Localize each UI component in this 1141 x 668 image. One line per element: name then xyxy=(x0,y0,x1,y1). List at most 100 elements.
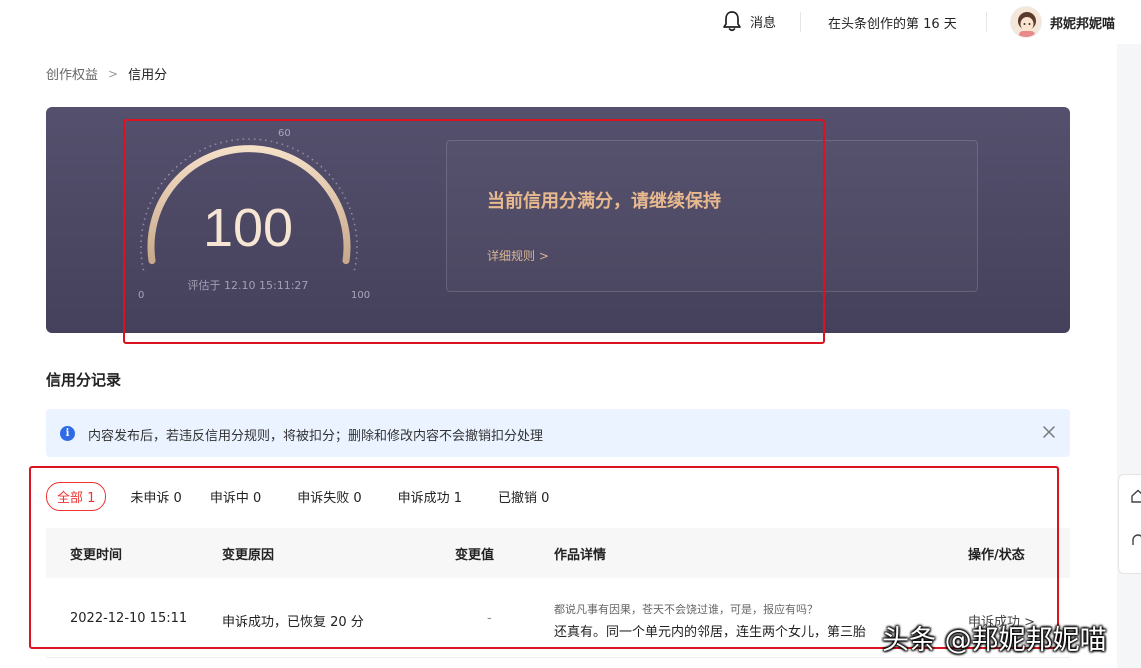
gauge-tick-dot xyxy=(297,149,299,152)
username: 邦妮邦妮喵 xyxy=(1050,16,1116,32)
gauge-tick-dot xyxy=(286,145,289,148)
gauge-tick-dot xyxy=(348,207,351,210)
chevron-right-icon: > xyxy=(108,66,119,81)
user-menu[interactable]: 邦妮邦妮喵 xyxy=(1010,6,1115,38)
floating-tool-panel[interactable] xyxy=(1118,474,1141,574)
column-time: 变更时间 xyxy=(70,548,123,563)
avatar-image xyxy=(1011,7,1041,37)
gauge-tick-dot xyxy=(355,257,358,260)
gauge-tick-dot xyxy=(346,202,349,204)
column-reason: 变更原因 xyxy=(222,548,275,563)
gauge-tick-dot xyxy=(248,138,250,140)
home-icon[interactable] xyxy=(1131,489,1141,503)
score-status-panel: 当前信用分满分，请继续保持 详细规则 > xyxy=(446,140,978,292)
divider xyxy=(800,12,801,32)
gauge-tick-dot xyxy=(204,147,206,150)
tab-not-appealed[interactable]: 未申诉 0 xyxy=(130,487,181,506)
gauge-tick-dot xyxy=(140,257,143,260)
gauge-tick-dot xyxy=(265,139,267,142)
evaluation-time: 评估于 12.10 15:11:27 xyxy=(187,279,309,292)
gauge-tick-dot xyxy=(306,155,309,158)
credit-score-banner: 0 60 100 100 评估于 12.10 15:11:27 当前信用分满分，… xyxy=(46,107,1070,333)
gauge-tick-dot xyxy=(281,143,284,146)
tab-all[interactable]: 全部 1 xyxy=(46,482,107,511)
gauge-tick-dot xyxy=(320,165,323,168)
gauge-tick-dot xyxy=(143,218,146,220)
gauge-tick-dot xyxy=(292,147,294,150)
gauge-tick-dot xyxy=(335,182,338,185)
gauge-tick-dot xyxy=(355,234,358,237)
row-time: 2022-12-10 15:11 xyxy=(70,611,188,626)
gauge-tick-dot xyxy=(356,240,358,243)
gauge-tick-dot xyxy=(180,162,182,164)
page-scroll-gutter xyxy=(1117,44,1141,668)
gauge-tick-dot xyxy=(141,263,144,265)
gauge-tick-dot xyxy=(145,212,148,215)
filter-tabs: 全部 1 未申诉 0 申诉中 0 申诉失败 0 申诉成功 1 已撤销 0 xyxy=(46,482,577,511)
creation-days: 在头条创作的第 16 天 xyxy=(828,17,957,32)
gauge-tick-dot xyxy=(352,218,355,220)
tab-appeal-failed[interactable]: 申诉失败 0 xyxy=(297,487,361,506)
gauge-tick-dot xyxy=(324,169,327,172)
row-detail-body[interactable]: 还真有。同一个单元内的邻居，连生两个女儿，第三胎 xyxy=(554,621,888,640)
gauge-mid-label: 60 xyxy=(278,128,291,139)
gauge-tick-dot xyxy=(341,192,344,194)
gauge-tick-dot xyxy=(171,169,174,172)
info-icon: i xyxy=(60,426,75,441)
gauge-tick-dot xyxy=(316,162,318,164)
gauge-tick-dot xyxy=(140,246,142,248)
gauge-min-label: 0 xyxy=(138,290,145,301)
gauge-tick-dot xyxy=(149,202,152,204)
gauge-tick-dot xyxy=(167,173,170,176)
table-header: 变更时间 变更原因 变更值 作品详情 操作/状态 xyxy=(46,528,1070,578)
gauge-tick-dot xyxy=(154,192,157,194)
close-icon[interactable] xyxy=(1040,423,1058,441)
gauge-tick-dot xyxy=(328,173,331,176)
detailed-rules-link[interactable]: 详细规则 > xyxy=(487,247,549,264)
gauge-tick-dot xyxy=(194,152,196,155)
gauge-tick-dot xyxy=(354,229,357,231)
row-value: - xyxy=(487,611,492,626)
credit-score-value: 100 xyxy=(202,198,294,258)
column-detail: 作品详情 xyxy=(554,548,607,563)
gauge-tick-dot xyxy=(142,268,145,271)
gauge-tick-dot xyxy=(184,158,187,161)
avatar[interactable] xyxy=(1010,6,1042,38)
tab-appealing[interactable]: 申诉中 0 xyxy=(210,487,261,506)
row-detail-title[interactable]: 都说凡事有因果，苍天不会饶过谁，可是，报应有吗？ xyxy=(554,601,818,617)
messages-button[interactable]: 消息 xyxy=(722,10,776,32)
gauge-tick-dot xyxy=(140,234,143,237)
feedback-icon[interactable] xyxy=(1131,533,1141,547)
breadcrumb: 创作权益 > 信用分 xyxy=(46,64,167,84)
records-title: 信用分记录 xyxy=(46,371,122,389)
tab-revoked[interactable]: 已撤销 0 xyxy=(498,487,549,506)
gauge-tick-dot xyxy=(259,138,262,141)
gauge-tick-dot xyxy=(356,251,358,254)
gauge-tick-dot xyxy=(231,139,233,142)
breadcrumb-parent[interactable]: 创作权益 xyxy=(46,64,98,83)
gauge-tick-dot xyxy=(140,240,142,243)
gauge-tick-dot xyxy=(142,223,145,226)
gauge-tick-dot xyxy=(350,212,353,215)
gauge-tick-dot xyxy=(157,187,160,190)
score-status-message: 当前信用分满分，请继续保持 xyxy=(487,191,721,212)
gauge-tick-dot xyxy=(141,229,144,231)
messages-label: 消息 xyxy=(750,15,777,31)
tab-appeal-succeeded[interactable]: 申诉成功 1 xyxy=(398,487,462,506)
gauge-tick-dot xyxy=(147,207,150,210)
gauge-tick-dot xyxy=(353,268,356,271)
gauge-tick-dot xyxy=(344,197,347,199)
gauge-tick-dot xyxy=(270,140,273,143)
divider xyxy=(986,12,987,32)
gauge-tick-dot xyxy=(164,178,166,180)
gauge-tick-dot xyxy=(189,155,192,158)
gauge-tick-dot xyxy=(253,138,256,140)
gauge-tick-dot xyxy=(356,246,358,248)
watermark: 头条 @邦妮邦妮喵 xyxy=(882,625,1107,656)
gauge-tick-dot xyxy=(353,223,356,226)
gauge-max-label: 100 xyxy=(351,290,371,301)
gauge-tick-dot xyxy=(311,158,314,161)
gauge-tick-dot xyxy=(242,138,245,140)
gauge-tick-dot xyxy=(199,149,201,152)
row-reason: 申诉成功，已恢复 20 分 xyxy=(222,615,364,630)
